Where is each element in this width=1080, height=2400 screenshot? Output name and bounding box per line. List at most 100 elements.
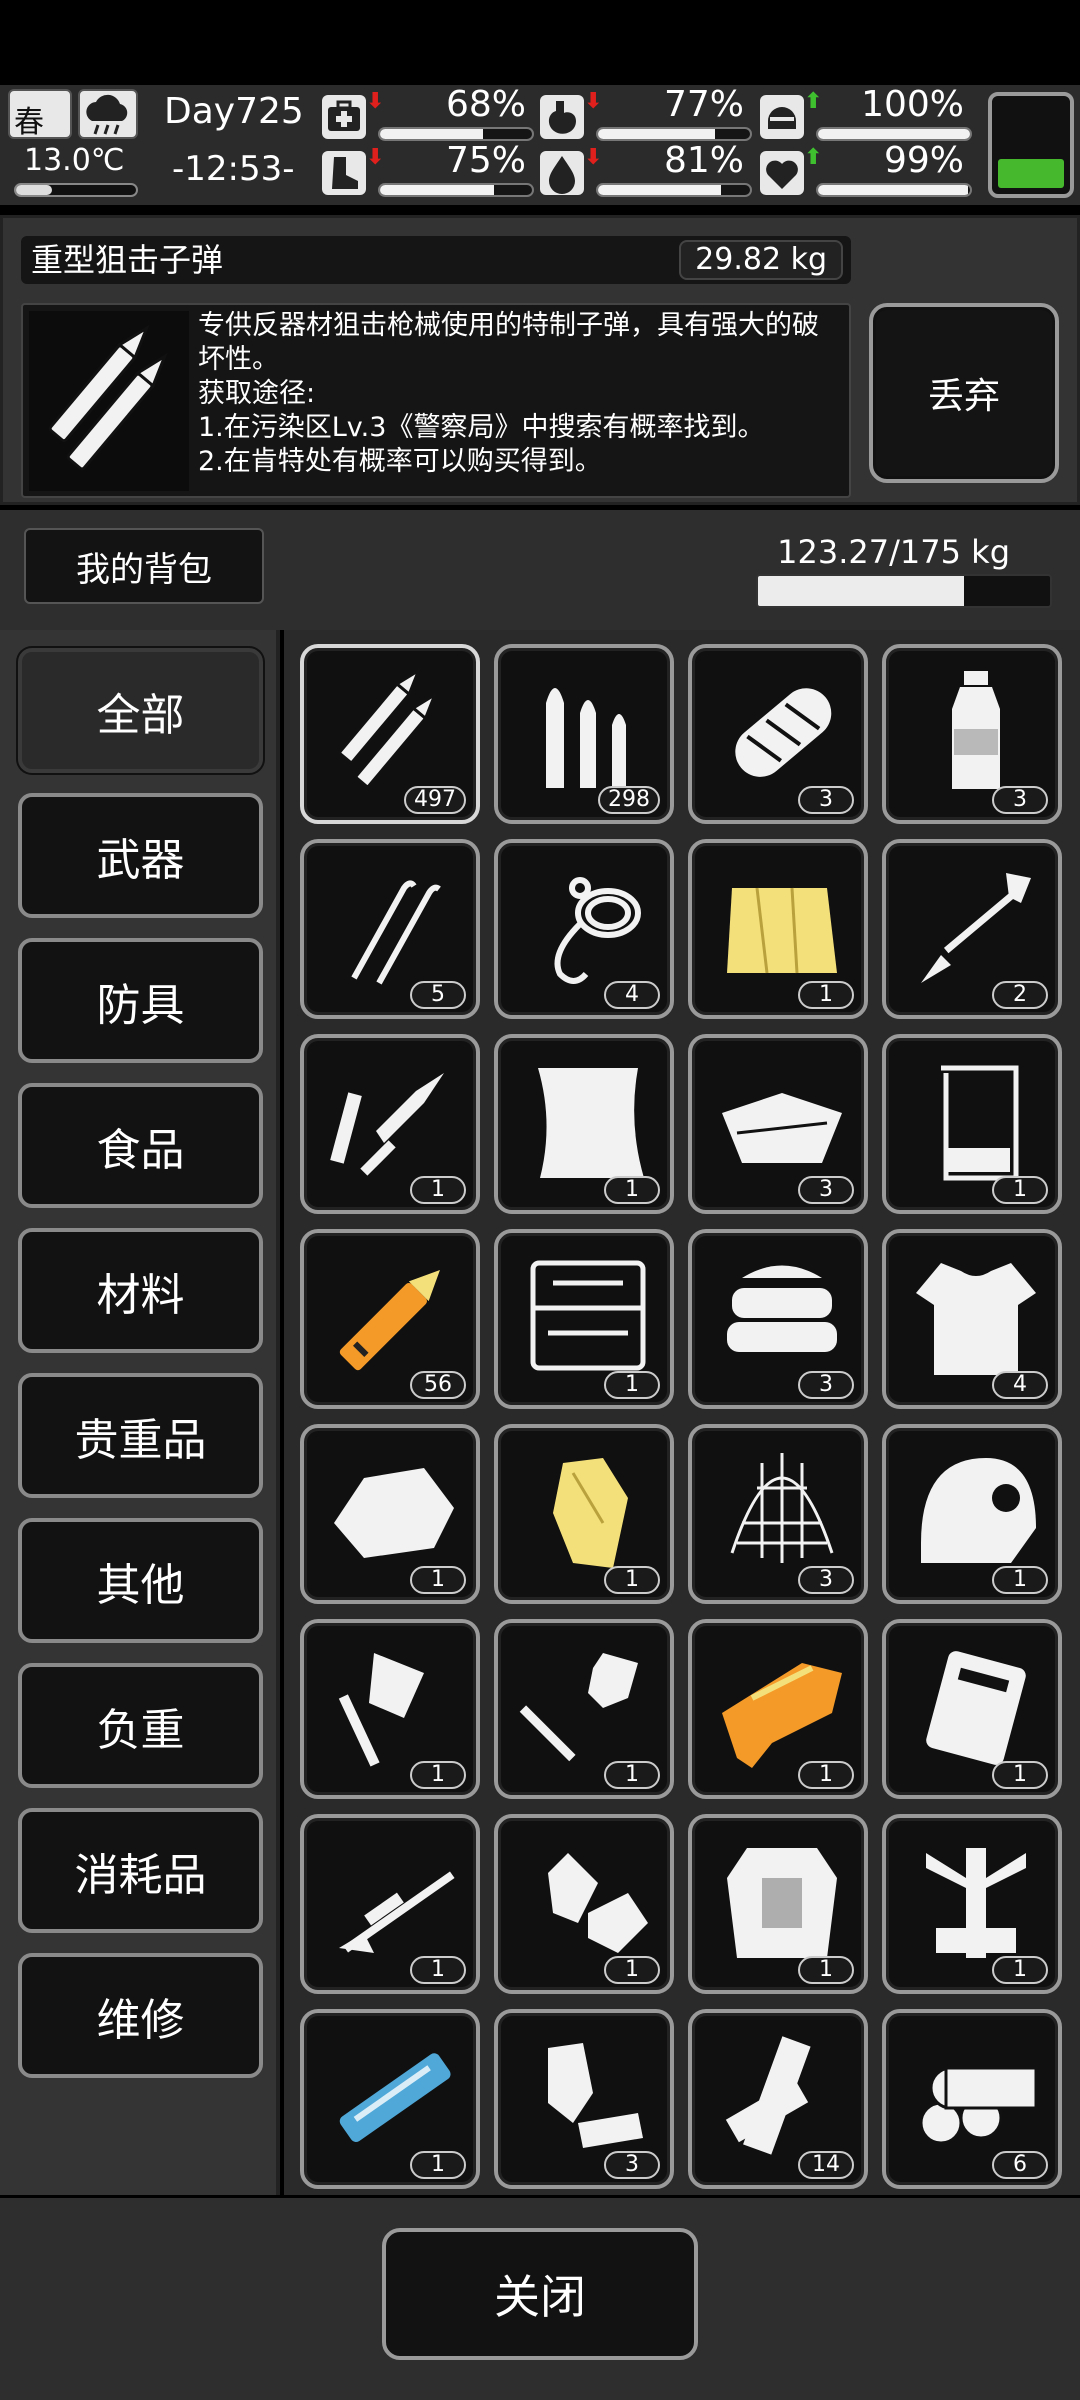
inventory-slot[interactable]: 4 [494, 839, 674, 1019]
item-count: 6 [992, 2151, 1048, 2179]
inventory-slot[interactable]: 1 [882, 1424, 1062, 1604]
day-counter: Day725 [164, 91, 304, 132]
item-weight: 29.82 kg [679, 240, 843, 280]
inventory-slot[interactable]: 6 [882, 2009, 1062, 2189]
inventory-slot[interactable]: 1 [688, 1814, 868, 1994]
stat-defense: ⬆ 100% [760, 85, 972, 141]
stat-arrow: ⬆ [804, 89, 823, 114]
beaker-icon [906, 1053, 1046, 1188]
inventory-slot[interactable]: 56 [300, 1229, 480, 1409]
inventory-slot[interactable]: 3 [882, 644, 1062, 824]
stat-hunger: ⬇ 77% [540, 85, 752, 141]
season-label: 春 [14, 105, 44, 140]
arrow-icon [906, 858, 1046, 993]
boot-icon [322, 151, 366, 195]
discard-button[interactable]: 丢弃 [869, 303, 1059, 483]
stat-bar [596, 127, 752, 141]
category-tab[interactable]: 食品 [18, 1083, 263, 1208]
bag-weight: 123.27/175 kg [777, 533, 1010, 571]
inventory-slot[interactable]: 1 [300, 1814, 480, 1994]
yellow-cloth-icon [712, 858, 852, 993]
tactical-helmet-icon [906, 1443, 1046, 1578]
case-icon [906, 1638, 1046, 1773]
item-count: 1 [410, 1176, 466, 1204]
toolkit-icon [518, 1248, 658, 1383]
gloves-icon [518, 1833, 658, 1968]
my-bag-tab[interactable]: 我的背包 [24, 528, 264, 604]
item-count: 1 [798, 1761, 854, 1789]
inventory-slot[interactable]: 4 [882, 1229, 1062, 1409]
inventory-slot[interactable]: 1 [494, 1034, 674, 1214]
stat-bar [816, 183, 972, 197]
inventory-slot[interactable]: 1 [882, 1814, 1062, 1994]
category-tab[interactable]: 材料 [18, 1228, 263, 1353]
inventory-slot[interactable]: 3 [688, 1034, 868, 1214]
clock: -12:53- [172, 149, 295, 189]
category-tab[interactable]: 武器 [18, 793, 263, 918]
item-count: 1 [410, 1566, 466, 1594]
stomach-icon [540, 95, 584, 139]
inventory-slot[interactable]: 1 [494, 1619, 674, 1799]
torn-shirt-icon [906, 1248, 1046, 1383]
heart-icon [760, 151, 804, 195]
category-tab[interactable]: 全部 [18, 648, 263, 773]
item-count: 1 [604, 1566, 660, 1594]
inventory-slot[interactable]: 1 [688, 1619, 868, 1799]
inventory-slot[interactable]: 1 [494, 1424, 674, 1604]
inventory-slot[interactable]: 1 [300, 2009, 480, 2189]
category-tab[interactable]: 维修 [18, 1953, 263, 2078]
inventory-slot[interactable]: 3 [688, 1424, 868, 1604]
close-button[interactable]: 关闭 [382, 2228, 698, 2360]
item-count: 4 [992, 1371, 1048, 1399]
sniper-rifle-icon [324, 1833, 464, 1968]
wood-planks-icon [712, 2028, 852, 2163]
stat-bar [816, 127, 972, 141]
inventory-slot[interactable]: 3 [688, 644, 868, 824]
category-panel: 全部武器防具食品材料贵重品其他负重消耗品维修 [0, 630, 280, 2195]
inventory-slot[interactable]: 2 [882, 839, 1062, 1019]
inventory-slot[interactable]: 1 [688, 839, 868, 1019]
inventory-slot[interactable]: 497 [300, 644, 480, 824]
stat-arrow: ⬇ [584, 89, 603, 114]
inventory-slot[interactable]: 1 [882, 1034, 1062, 1214]
stat-percent: 99% [883, 140, 964, 181]
category-tab[interactable]: 防具 [18, 938, 263, 1063]
axe-icon [324, 1638, 464, 1773]
inventory-slot[interactable]: 5 [300, 839, 480, 1019]
stat-bar [596, 183, 752, 197]
status-bar: 春 13.0℃ Day725 -12:53- ⬇ 68% ⬇ 77% ⬆ 100… [0, 85, 1080, 205]
item-count: 1 [798, 1956, 854, 1984]
item-count: 14 [798, 2151, 854, 2179]
inventory-slot[interactable]: 3 [494, 2009, 674, 2189]
inventory-slot[interactable]: 14 [688, 2009, 868, 2189]
bread-icon [712, 663, 852, 798]
temperature-gauge [14, 183, 138, 197]
category-tab[interactable]: 贵重品 [18, 1373, 263, 1498]
item-name: 重型狙击子弹 [31, 241, 224, 279]
net-icon [712, 1443, 852, 1578]
category-tab[interactable]: 消耗品 [18, 1808, 263, 1933]
battery-indicator [988, 92, 1074, 198]
item-count: 2 [992, 981, 1048, 1009]
category-tab[interactable]: 负重 [18, 1663, 263, 1788]
temperature: 13.0℃ [24, 143, 125, 178]
gold-crystal-icon [518, 1443, 658, 1578]
item-count: 1 [992, 1761, 1048, 1789]
helmet-icon [760, 95, 804, 139]
inventory-slot[interactable]: 1 [300, 1034, 480, 1214]
category-tab[interactable]: 其他 [18, 1518, 263, 1643]
inventory-slot[interactable]: 1 [300, 1619, 480, 1799]
inventory-slot[interactable]: 3 [688, 1229, 868, 1409]
item-name-bar: 重型狙击子弹 29.82 kg [21, 236, 851, 284]
inventory-slot[interactable]: 1 [494, 1814, 674, 1994]
inventory-slot[interactable]: 298 [494, 644, 674, 824]
body-armor-icon [712, 1833, 852, 1968]
footer: 关闭 [0, 2198, 1080, 2400]
inventory-slot[interactable]: 1 [300, 1424, 480, 1604]
item-count: 3 [798, 786, 854, 814]
water-drop-icon [540, 151, 584, 195]
sniper-bullets-icon [324, 663, 464, 798]
folded-cloth-icon [712, 1248, 852, 1383]
inventory-slot[interactable]: 1 [494, 1229, 674, 1409]
inventory-slot[interactable]: 1 [882, 1619, 1062, 1799]
